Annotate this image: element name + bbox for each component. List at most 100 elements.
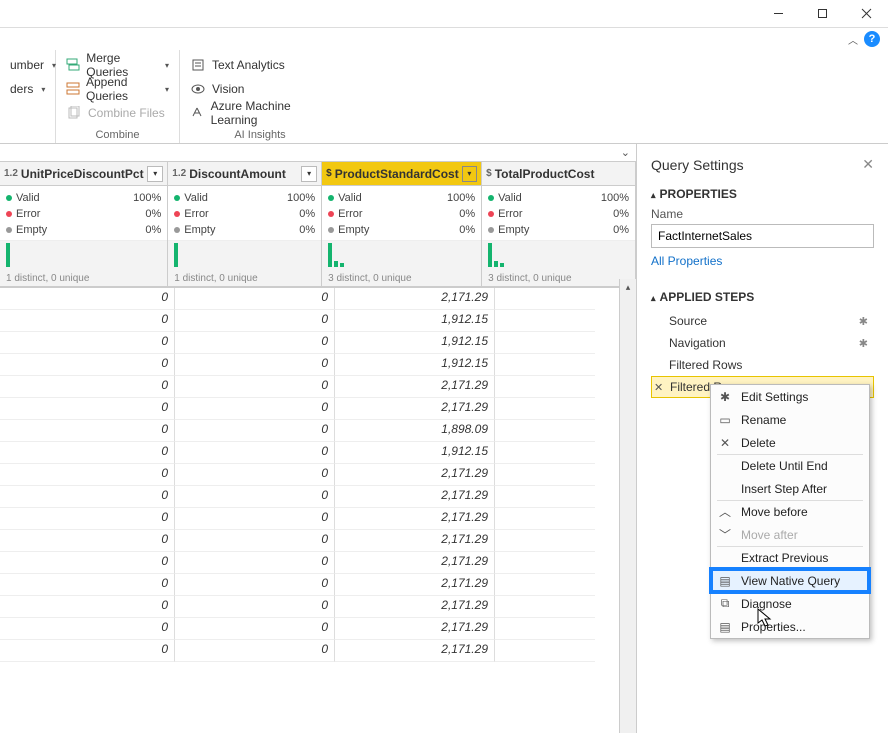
cell[interactable] — [495, 618, 595, 640]
cell[interactable]: 1,912.15 — [335, 442, 495, 464]
text-analytics-button[interactable]: Text Analytics — [190, 54, 330, 76]
column-header[interactable]: 1.2DiscountAmount▾ — [168, 162, 321, 186]
cell[interactable]: 0 — [0, 618, 175, 640]
cell[interactable]: 0 — [175, 464, 335, 486]
chevron-down-icon[interactable]: ⌄ — [621, 146, 630, 159]
merge-queries-button[interactable]: Merge Queries▾ — [66, 54, 169, 76]
applied-step[interactable]: Navigation✱ — [651, 332, 874, 354]
step-context-menu[interactable]: ✱Edit Settings▭Rename✕DeleteDelete Until… — [710, 384, 870, 639]
all-properties-link[interactable]: All Properties — [651, 254, 874, 268]
cell[interactable]: 2,171.29 — [335, 398, 495, 420]
cell[interactable]: 0 — [0, 640, 175, 662]
table-row[interactable]: 002,171.29 — [0, 288, 636, 310]
cell[interactable]: 0 — [175, 530, 335, 552]
cell[interactable]: 2,171.29 — [335, 508, 495, 530]
menu-item-diagnose[interactable]: ⧉Diagnose — [711, 592, 869, 615]
cell[interactable]: 0 — [0, 530, 175, 552]
delete-step-icon[interactable]: ✕ — [654, 381, 663, 394]
cell[interactable]: 1,912.15 — [335, 332, 495, 354]
column-filter-button[interactable]: ▾ — [462, 166, 477, 182]
window-close-button[interactable] — [844, 0, 888, 28]
cell[interactable]: 0 — [175, 596, 335, 618]
cell[interactable]: 2,171.29 — [335, 464, 495, 486]
cell[interactable] — [495, 486, 595, 508]
cell[interactable] — [495, 530, 595, 552]
column-header[interactable]: $TotalProductCost — [482, 162, 635, 186]
cell[interactable] — [495, 376, 595, 398]
table-row[interactable]: 001,898.09 — [0, 420, 636, 442]
data-type-icon[interactable]: 1.2 — [4, 168, 18, 179]
table-row[interactable]: 002,171.29 — [0, 618, 636, 640]
window-maximize-button[interactable] — [800, 0, 844, 28]
table-row[interactable]: 001,912.15 — [0, 442, 636, 464]
menu-item-insert-step-after[interactable]: Insert Step After — [711, 477, 869, 500]
cell[interactable]: 0 — [175, 618, 335, 640]
cell[interactable]: 2,171.29 — [335, 574, 495, 596]
append-queries-button[interactable]: Append Queries▾ — [66, 78, 169, 100]
data-type-icon[interactable]: $ — [486, 168, 492, 179]
cell[interactable]: 1,912.15 — [335, 310, 495, 332]
window-minimize-button[interactable] — [756, 0, 800, 28]
column-filter-button[interactable]: ▾ — [301, 166, 317, 182]
cell[interactable]: 0 — [0, 376, 175, 398]
cell[interactable]: 0 — [175, 640, 335, 662]
menu-item-rename[interactable]: ▭Rename — [711, 408, 869, 431]
cell[interactable] — [495, 640, 595, 662]
cell[interactable] — [495, 508, 595, 530]
cell[interactable]: 1,898.09 — [335, 420, 495, 442]
properties-section-header[interactable]: ▴PROPERTIES — [651, 187, 874, 201]
table-row[interactable]: 001,912.15 — [0, 332, 636, 354]
menu-item-move-before[interactable]: ︿Move before — [711, 500, 869, 523]
cell[interactable]: 2,171.29 — [335, 618, 495, 640]
table-row[interactable]: 001,912.15 — [0, 354, 636, 376]
cell[interactable] — [495, 288, 595, 310]
cell[interactable]: 2,171.29 — [335, 288, 495, 310]
cell[interactable]: 0 — [175, 574, 335, 596]
menu-item-delete-until-end[interactable]: Delete Until End — [711, 454, 869, 477]
cell[interactable]: 0 — [175, 508, 335, 530]
cell[interactable]: 0 — [0, 508, 175, 530]
cell[interactable]: 2,171.29 — [335, 486, 495, 508]
table-row[interactable]: 002,171.29 — [0, 530, 636, 552]
table-row[interactable]: 002,171.29 — [0, 508, 636, 530]
cell[interactable]: 0 — [0, 464, 175, 486]
cell[interactable]: 0 — [175, 332, 335, 354]
cell[interactable]: 0 — [0, 574, 175, 596]
cell[interactable] — [495, 596, 595, 618]
cell[interactable]: 0 — [175, 420, 335, 442]
table-row[interactable]: 002,171.29 — [0, 596, 636, 618]
panel-close-button[interactable]: ✕ — [862, 156, 874, 173]
step-gear-icon[interactable]: ✱ — [859, 315, 868, 328]
data-type-icon[interactable]: 1.2 — [172, 168, 186, 179]
cell[interactable]: 0 — [0, 486, 175, 508]
vertical-scrollbar[interactable]: ▴ — [619, 279, 636, 733]
cell[interactable] — [495, 310, 595, 332]
table-row[interactable]: 002,171.29 — [0, 464, 636, 486]
column-filter-button[interactable]: ▾ — [147, 166, 163, 182]
cell[interactable]: 0 — [175, 376, 335, 398]
cell[interactable]: 0 — [0, 332, 175, 354]
cell[interactable]: 2,171.29 — [335, 552, 495, 574]
table-row[interactable]: 001,912.15 — [0, 310, 636, 332]
cell[interactable] — [495, 442, 595, 464]
cell[interactable]: 0 — [0, 354, 175, 376]
ribbon-collapse-icon[interactable]: ︿ — [848, 32, 858, 47]
data-grid[interactable]: 1.2UnitPriceDiscountPct▾Valid100%Error0%… — [0, 162, 636, 733]
cell[interactable]: 2,171.29 — [335, 596, 495, 618]
help-button[interactable]: ? — [864, 31, 880, 47]
table-row[interactable]: 002,171.29 — [0, 376, 636, 398]
column-header[interactable]: 1.2UnitPriceDiscountPct▾ — [0, 162, 167, 186]
cell[interactable] — [495, 398, 595, 420]
cell[interactable]: 0 — [0, 288, 175, 310]
cell[interactable]: 0 — [0, 442, 175, 464]
cell[interactable]: 0 — [0, 398, 175, 420]
cell[interactable]: 2,171.29 — [335, 530, 495, 552]
table-row[interactable]: 002,171.29 — [0, 486, 636, 508]
table-row[interactable]: 002,171.29 — [0, 640, 636, 662]
menu-item-edit-settings[interactable]: ✱Edit Settings — [711, 385, 869, 408]
cell[interactable]: 0 — [175, 552, 335, 574]
cell[interactable]: 2,171.29 — [335, 376, 495, 398]
ribbon-number-button[interactable]: umber▾ — [10, 54, 45, 76]
cell[interactable] — [495, 332, 595, 354]
scroll-up-arrow[interactable]: ▴ — [620, 279, 636, 296]
